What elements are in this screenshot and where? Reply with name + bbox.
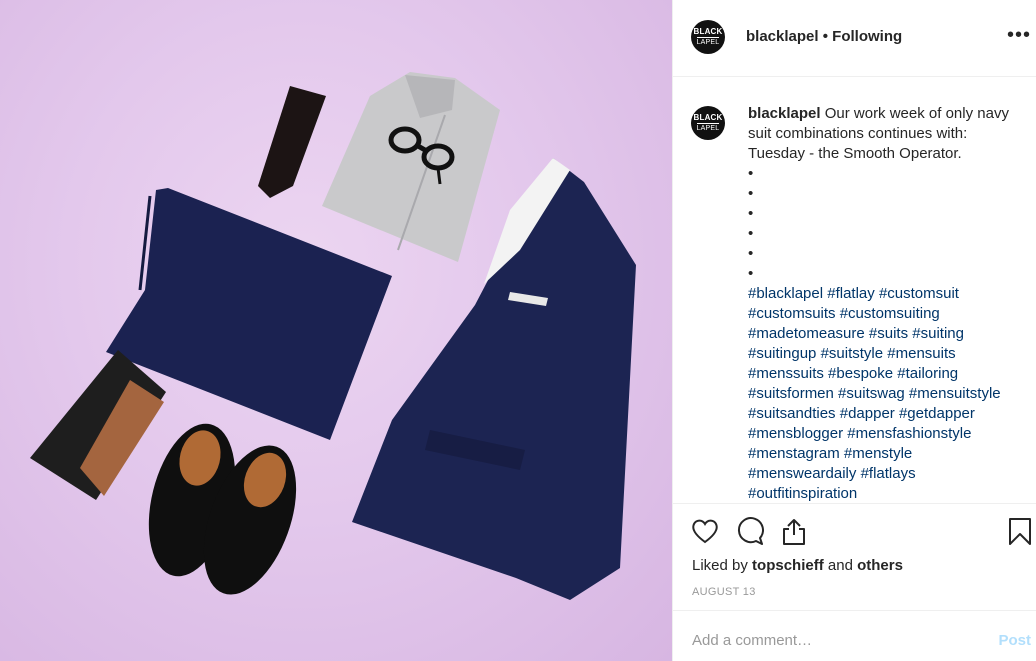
action-bar: Liked by topschieff and others AUGUST 13 [673, 503, 1036, 610]
post-date[interactable]: AUGUST 13 [692, 586, 756, 598]
more-options-icon[interactable]: ••• [1007, 24, 1031, 47]
tie-shape [258, 86, 326, 198]
share-icon[interactable] [779, 516, 809, 546]
caption-avatar[interactable]: BLACK LAPEL [691, 106, 725, 140]
hashtag-link[interactable]: #madetomeasure [748, 325, 865, 342]
caption-bullet: • [748, 205, 754, 222]
caption-username[interactable]: blacklapel [748, 105, 821, 122]
liked-others-link[interactable]: others [857, 557, 903, 574]
post-panel: BLACK LAPEL blacklapel • Following ••• B… [672, 0, 1036, 661]
hashtag-link[interactable]: #suiting [912, 325, 964, 342]
hashtag-link[interactable]: #customsuits [748, 305, 836, 322]
hashtag-link[interactable]: #flatlays [861, 465, 916, 482]
hashtag-link[interactable]: #bespoke [828, 365, 893, 382]
hashtag-link[interactable]: #customsuit [879, 285, 959, 302]
hashtag-link[interactable]: #suitsandties [748, 405, 836, 422]
caption-bullet: • [748, 225, 754, 242]
caption-area: BLACK LAPEL blacklapel Our work week of … [673, 78, 1036, 502]
hashtag-link[interactable]: #menstyle [844, 445, 912, 462]
caption-bullet: • [748, 165, 754, 182]
hashtag-link[interactable]: #mensblogger [748, 425, 843, 442]
liked-user-link[interactable]: topschieff [752, 557, 824, 574]
hashtag-link[interactable]: #outfitinspiration [748, 485, 857, 502]
caption-bullet: • [748, 245, 754, 262]
separator-dot: • [822, 28, 828, 45]
comment-input[interactable]: Add a comment… [692, 632, 812, 649]
hashtag-link[interactable]: #suitstyle [821, 345, 884, 362]
header-user-line: blacklapel • Following [746, 28, 902, 45]
avatar-text-line1: BLACK [693, 112, 723, 122]
hashtag-link[interactable]: #suits [869, 325, 908, 342]
following-button[interactable]: Following [832, 28, 902, 45]
flatlay-illustration [30, 72, 636, 600]
comment-icon[interactable] [734, 516, 764, 546]
hashtag-link[interactable]: #customsuiting [840, 305, 940, 322]
post-photo[interactable] [0, 0, 672, 661]
caption-bullet: • [748, 265, 754, 282]
hashtag-link[interactable]: #menstagram [748, 445, 840, 462]
caption-bullet: • [748, 185, 754, 202]
caption: blacklapel Our work week of only navy su… [748, 104, 1023, 502]
hashtag-link[interactable]: #suitsformen [748, 385, 834, 402]
hashtag-link[interactable]: #suitswag [838, 385, 905, 402]
hashtag-link[interactable]: #getdapper [899, 405, 975, 422]
hashtag-link[interactable]: #mensuits [887, 345, 955, 362]
avatar-text-line1: BLACK [693, 26, 723, 36]
hashtag-link[interactable]: #suitingup [748, 345, 816, 362]
avatar[interactable]: BLACK LAPEL [691, 20, 725, 54]
comment-box: Add a comment… Post [673, 610, 1036, 661]
hashtag-link[interactable]: #mensweardaily [748, 465, 856, 482]
bookmark-icon[interactable] [1005, 516, 1035, 546]
post-header: BLACK LAPEL blacklapel • Following ••• [673, 0, 1036, 77]
liked-and-label: and [827, 557, 853, 574]
hashtag-link[interactable]: #mensuitstyle [909, 385, 1001, 402]
avatar-text-line2: LAPEL [696, 122, 720, 132]
hashtag-link[interactable]: #tailoring [897, 365, 958, 382]
post-comment-button[interactable]: Post [998, 632, 1031, 649]
shirt-shape [322, 72, 500, 262]
hashtag-list: #blacklapel #flatlay #customsuit #custom… [748, 284, 1023, 502]
hashtag-link[interactable]: #mensfashionstyle [847, 425, 971, 442]
hashtag-link[interactable]: #menssuits [748, 365, 824, 382]
hashtag-link[interactable]: #flatlay [827, 285, 875, 302]
notebook-shape [30, 350, 166, 500]
shoes-shape [148, 423, 297, 595]
likes-summary: Liked by topschieff and others [692, 557, 903, 574]
avatar-text-line2: LAPEL [696, 36, 720, 46]
hashtag-link[interactable]: #blacklapel [748, 285, 823, 302]
hashtag-link[interactable]: #dapper [840, 405, 895, 422]
liked-by-label: Liked by [692, 557, 748, 574]
username-link[interactable]: blacklapel [746, 28, 819, 45]
heart-icon[interactable] [690, 516, 720, 546]
